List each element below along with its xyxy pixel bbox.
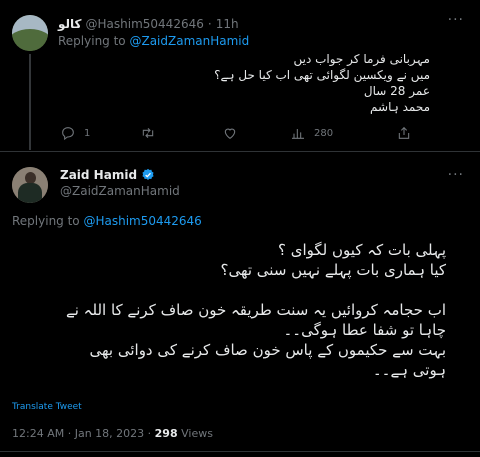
views-button[interactable]: 280 <box>290 125 333 141</box>
author-name[interactable]: كالو <box>58 17 82 31</box>
tweet-text-line: اب حجامہ کروائیں یہ سنت طریقہ خون صاف کر… <box>65 301 446 319</box>
author-handle[interactable]: @ZaidZamanHamid <box>60 184 180 198</box>
tweet-text-line: محمد ہاشم <box>370 100 430 114</box>
view-count: 280 <box>314 127 334 139</box>
reply-tweet-text: مہربانی فرما کر جواب دیں میں نے ویکسین ل… <box>90 51 430 115</box>
verified-badge-icon <box>142 168 154 180</box>
tweet-date[interactable]: Jan 18, 2023 <box>75 427 144 440</box>
separator: · <box>67 427 72 440</box>
bar-chart-icon <box>292 129 304 139</box>
replying-to-prefix: Replying to <box>58 34 126 48</box>
replying-to: Replying to @Hashim50442646 <box>12 214 202 228</box>
replying-to: Replying to @ZaidZamanHamid <box>58 34 249 48</box>
tweet-text-line: ہوتی ہے۔۔ <box>372 361 446 379</box>
tweet-time[interactable]: 11h <box>216 17 239 31</box>
main-tweet-text: پہلی بات کہ کیوں لگوای ؟ کیا ہماری بات پ… <box>6 240 446 380</box>
tweet-text-line: چاہا تو شفا عطا ہوگی۔۔ <box>283 321 446 339</box>
like-button[interactable] <box>222 125 246 141</box>
replying-to-mention[interactable]: @ZaidZamanHamid <box>129 34 249 48</box>
retweet-icon <box>142 127 154 139</box>
views-count[interactable]: 298 <box>155 427 178 440</box>
tweet-time[interactable]: 12:24 AM <box>12 427 64 440</box>
tweet-text-line: عمر 28 سال <box>363 84 430 98</box>
retweet-button[interactable] <box>140 125 164 141</box>
translate-tweet-link[interactable]: Translate Tweet <box>12 402 82 412</box>
tweet-text-line: مہربانی فرما کر جواب دیں <box>293 52 430 66</box>
avatar[interactable] <box>12 15 48 51</box>
more-options-icon[interactable]: ··· <box>448 167 464 183</box>
replying-to-prefix: Replying to <box>12 214 80 228</box>
author-handle[interactable]: @Hashim50442646 <box>86 17 204 31</box>
share-button[interactable] <box>396 125 412 141</box>
separator: · <box>207 17 212 31</box>
heart-icon <box>224 128 236 139</box>
replying-to-mention[interactable]: @Hashim50442646 <box>83 214 201 228</box>
views-label: Views <box>181 427 213 440</box>
tweet-text-line: پہلی بات کہ کیوں لگوای ؟ <box>278 241 446 259</box>
author-name-row: Zaid Hamid <box>60 168 155 182</box>
tweet-metadata: 12:24 AM · Jan 18, 2023 · 298 Views <box>12 427 213 440</box>
author-name[interactable]: Zaid Hamid <box>60 168 137 182</box>
tweet-text-line: بہت سے حکیموں کے پاس خون صاف کرنے کی دوا… <box>89 341 446 359</box>
reply-button[interactable]: 1 <box>60 125 90 141</box>
divider <box>0 151 480 152</box>
reply-tweet-header: كالو @Hashim50442646 · 11h <box>58 17 239 31</box>
tweet-text-line: کیا ہماری بات پہلے نہیں سنی تھی؟ <box>220 261 446 279</box>
avatar[interactable] <box>12 167 48 203</box>
tweet-actions: 1 280 <box>58 125 438 143</box>
separator: · <box>147 427 152 440</box>
share-icon <box>398 126 410 139</box>
reply-count: 1 <box>84 127 91 139</box>
tweet-text-line: میں نے ویکسین لگوائی تھی اب کیا حل ہے؟ <box>214 68 430 82</box>
thread-line <box>29 54 31 150</box>
divider <box>0 451 480 452</box>
tweet-text-blank-line <box>6 280 446 300</box>
reply-icon <box>62 127 74 141</box>
more-options-icon[interactable]: ··· <box>448 12 464 28</box>
